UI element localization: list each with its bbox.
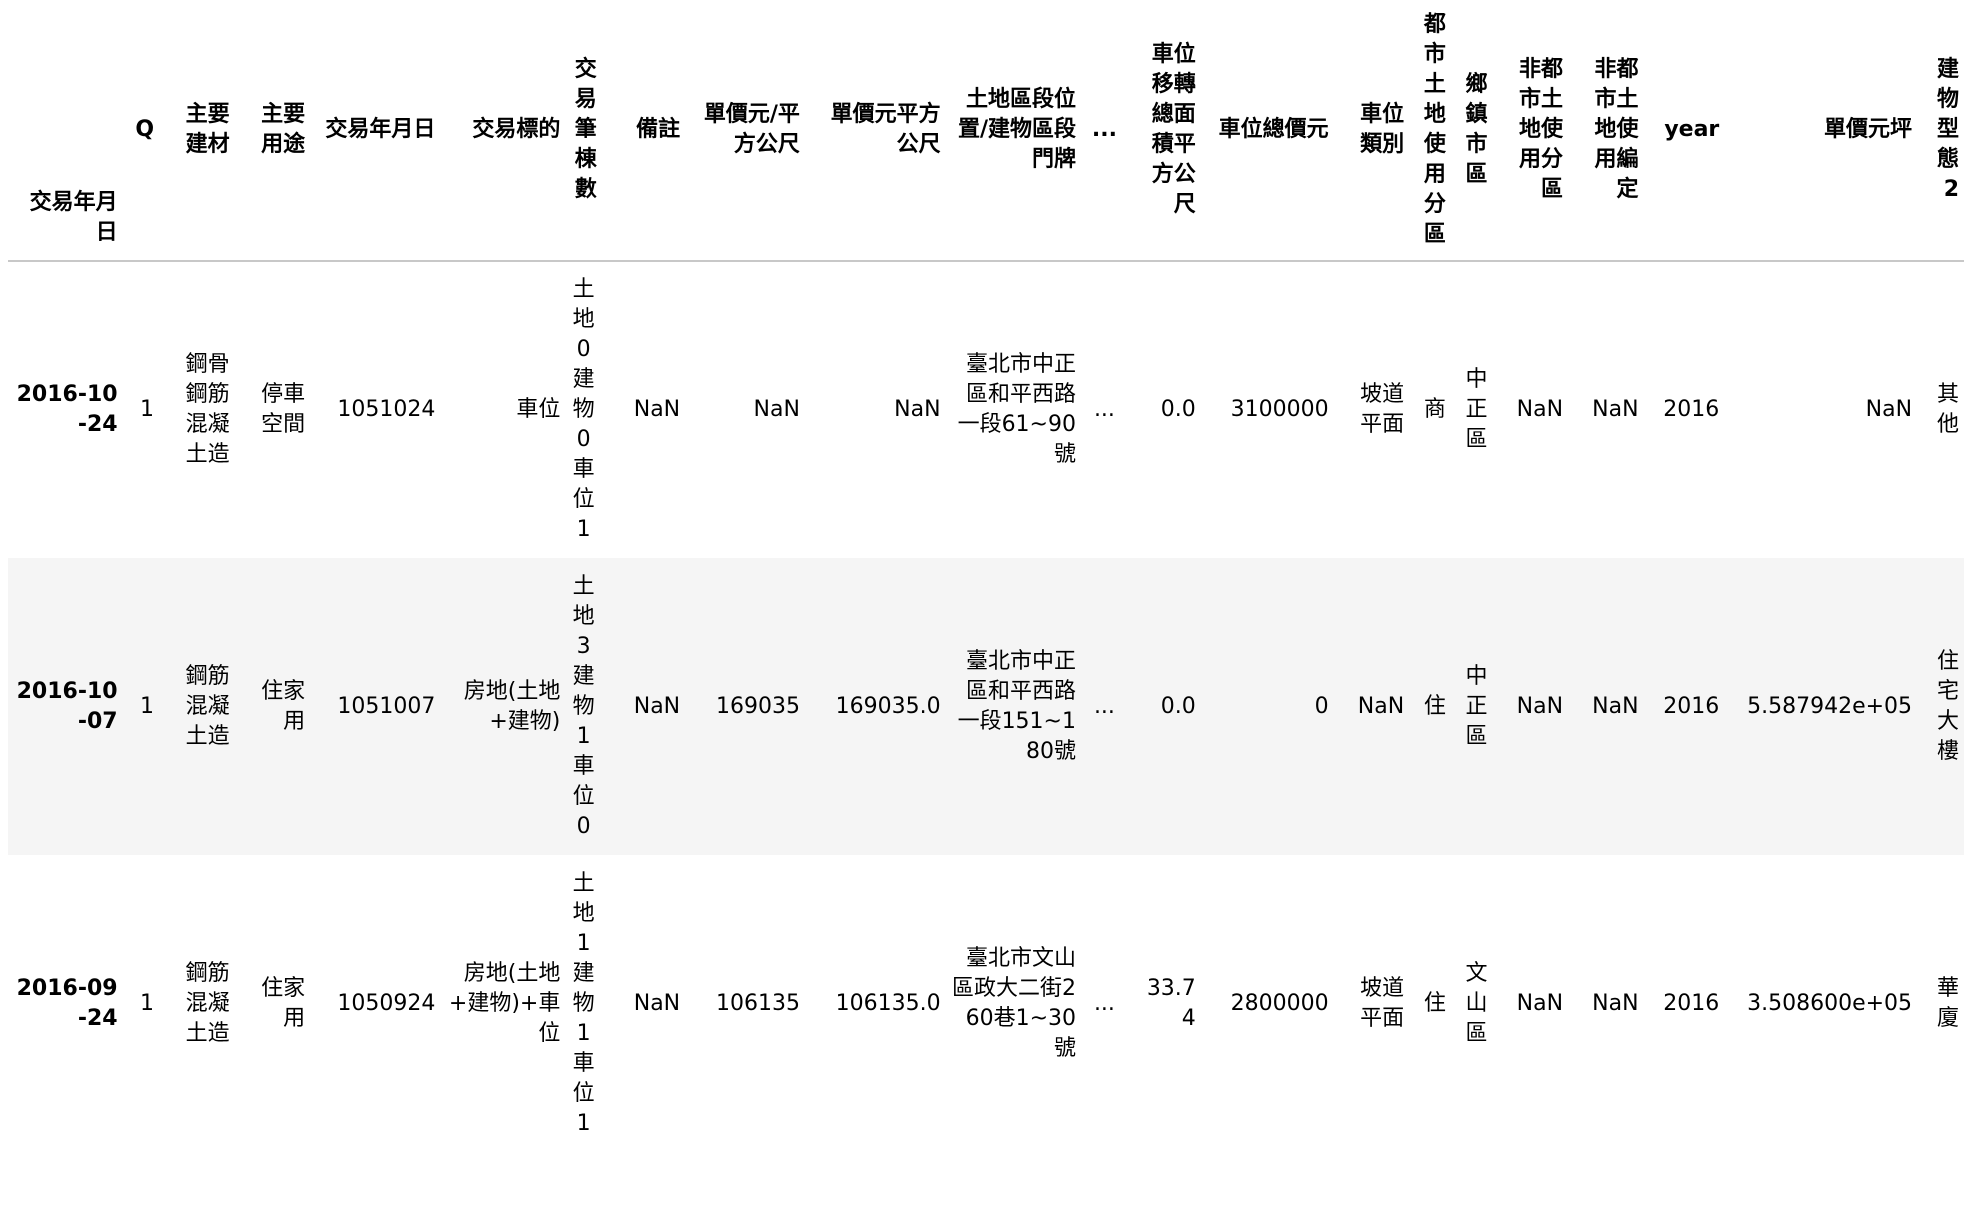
table-cell: 1 — [140, 397, 155, 422]
table-cell: 停車空間 — [261, 382, 306, 437]
table-cell: 2016 — [1663, 397, 1720, 422]
table-cell: 169035 — [715, 693, 800, 719]
table-cell: 住宅大樓 — [1936, 648, 1959, 764]
table-cell: 臺北市文山區政大二街260巷1~30號 — [952, 945, 1076, 1061]
column-header: 建物型態2 — [1936, 57, 1959, 202]
column-header: 單價元/平方公尺 — [703, 102, 800, 157]
column-header: 交易年月日 — [325, 117, 436, 142]
row-index: 2016-09-24 — [16, 975, 118, 1031]
table-cell: 鋼筋混凝土造 — [185, 960, 230, 1046]
table-cell: 0 — [1314, 693, 1329, 719]
table-cell: NaN — [1516, 397, 1564, 422]
table-cell: 106135.0 — [835, 990, 941, 1016]
column-header: 車位總價元 — [1218, 117, 1329, 142]
table-cell: 華廈 — [1936, 975, 1959, 1031]
column-header: 交易標的 — [472, 117, 561, 142]
table-cell: 住家用 — [261, 975, 306, 1031]
table-cell: 106135 — [715, 990, 800, 1016]
column-header: year — [1664, 117, 1720, 142]
column-header: 主要用途 — [261, 102, 306, 157]
table-cell: 商 — [1423, 397, 1446, 422]
table-cell: NaN — [633, 397, 681, 422]
table-cell: 5.587942e+05 — [1747, 693, 1913, 719]
dataframe-table: 交易年月日 Q 主要建材 主要用途 交易年月日 交易標的 交易筆棟數 備註 單價… — [8, 0, 1964, 1152]
table-cell: NaN — [1865, 397, 1913, 422]
table-cell: 2016 — [1663, 693, 1720, 719]
column-header: 備註 — [636, 117, 681, 142]
table-cell: 坡道平面 — [1360, 382, 1405, 437]
table-cell: 33.74 — [1146, 975, 1196, 1031]
table-cell: 臺北市中正區和平西路一段61~90號 — [957, 352, 1076, 467]
column-header: 交易筆棟數 — [574, 57, 597, 202]
table-cell: 1 — [140, 693, 155, 719]
table-cell: NaN — [633, 990, 681, 1016]
table-cell: 中正區 — [1465, 663, 1488, 749]
table-cell: 鋼骨鋼筋混凝土造 — [185, 352, 230, 467]
table-cell: NaN — [753, 397, 800, 422]
table-cell: 1050924 — [337, 990, 436, 1016]
table-cell: 1051007 — [337, 693, 436, 719]
column-header: 單價元坪 — [1824, 117, 1913, 142]
column-header: 土地區段位置/建物區段門牌 — [957, 87, 1076, 172]
table-cell: 3100000 — [1230, 397, 1329, 422]
table-cell: 土地0建物0車位1 — [572, 277, 595, 542]
column-header: 鄉鎮市區 — [1465, 72, 1488, 187]
table-cell: 房地(土地+建物) — [463, 678, 561, 734]
dataframe-output: 交易年月日 Q 主要建材 主要用途 交易年月日 交易標的 交易筆棟數 備註 單價… — [0, 0, 1986, 1214]
column-header: 單價元平方公尺 — [830, 102, 941, 157]
table-cell: 3.508600e+05 — [1747, 990, 1913, 1016]
table-cell: 住 — [1423, 693, 1446, 719]
table-cell: 住家用 — [261, 678, 306, 734]
table-cell: 土地1建物1車位1 — [572, 870, 595, 1136]
column-header: 非都市土地使用編定 — [1594, 57, 1639, 202]
column-header: 主要建材 — [185, 102, 230, 157]
table-cell: NaN — [1592, 397, 1639, 422]
row-index: 2016-10-07 — [16, 678, 118, 734]
table-cell: 0.0 — [1160, 397, 1196, 422]
table-cell: ... — [1093, 397, 1115, 422]
column-header: 車位類別 — [1360, 102, 1405, 157]
table-cell: 坡道平面 — [1360, 975, 1405, 1031]
table-cell: NaN — [894, 397, 941, 422]
table-cell: 土地3建物1車位0 — [572, 573, 595, 839]
row-index: 2016-10-24 — [16, 382, 118, 437]
table-cell: 1 — [140, 990, 155, 1016]
table-cell: NaN — [1592, 693, 1639, 719]
column-header: 車位移轉總面積平方公尺 — [1151, 42, 1196, 217]
column-header: Q — [135, 117, 155, 142]
column-header: 都市土地使用分區 — [1423, 12, 1446, 247]
table-cell: 1051024 — [337, 397, 436, 422]
column-header: 非都市土地使用分區 — [1519, 57, 1564, 202]
table-cell: 臺北市中正區和平西路一段151~180號 — [957, 648, 1076, 764]
table-cell: ... — [1093, 990, 1115, 1016]
table-cell: 其他 — [1936, 382, 1959, 437]
header-row: 交易年月日 Q 主要建材 主要用途 交易年月日 交易標的 交易筆棟數 備註 單價… — [8, 0, 1964, 261]
table-row: 2016-10-24 1 鋼骨鋼筋混凝土造 停車空間 1051024 車位 土地… — [8, 261, 1964, 558]
table-row: 2016-09-24 1 鋼筋混凝土造 住家用 1050924 房地(土地+建物… — [8, 855, 1964, 1152]
table-cell: 0.0 — [1160, 693, 1196, 719]
index-name-header: 交易年月日 — [29, 190, 118, 245]
table-cell: NaN — [1357, 693, 1405, 719]
table-cell: 169035.0 — [835, 693, 941, 719]
table-cell: 住 — [1423, 990, 1446, 1016]
table-cell: NaN — [1592, 990, 1639, 1016]
table-row: 2016-10-07 1 鋼筋混凝土造 住家用 1051007 房地(土地+建物… — [8, 558, 1964, 855]
table-cell: 車位 — [516, 397, 561, 422]
table-cell: 房地(土地+建物)+車位 — [448, 960, 561, 1046]
table-cell: 中正區 — [1465, 367, 1488, 452]
table-cell: 文山區 — [1465, 960, 1488, 1046]
table-cell: NaN — [1516, 693, 1564, 719]
table-cell: NaN — [633, 693, 681, 719]
table-cell: ... — [1093, 693, 1115, 719]
table-cell: NaN — [1516, 990, 1564, 1016]
ellipsis-column-header: ... — [1091, 117, 1117, 142]
table-cell: 2800000 — [1230, 990, 1329, 1016]
table-cell: 2016 — [1663, 990, 1720, 1016]
table-cell: 鋼筋混凝土造 — [185, 663, 230, 749]
